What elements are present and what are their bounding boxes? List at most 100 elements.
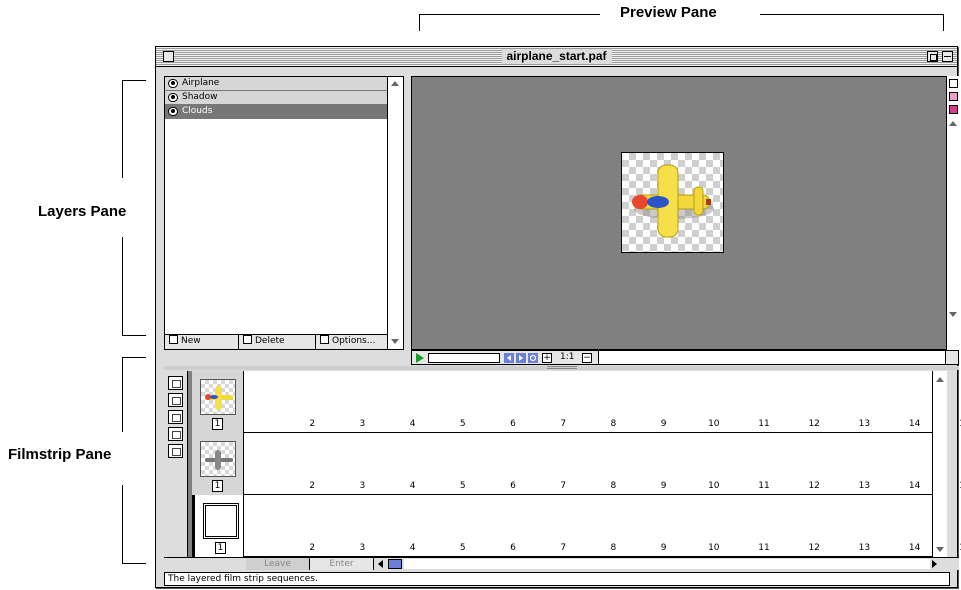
layer-row-clouds[interactable]: Clouds	[165, 105, 387, 119]
registration-icon[interactable]	[949, 105, 958, 114]
preview-toolbar: + 1:1 −	[411, 350, 959, 365]
document-window: airplane_start.paf Airplane Shadow Cloud…	[155, 46, 961, 588]
splitter-grip-icon[interactable]	[547, 366, 577, 369]
layers-scrollbar[interactable]	[387, 77, 403, 349]
frame-number: 13	[858, 543, 871, 553]
filmstrip-hscroll-bar: Leave Enter	[164, 557, 959, 570]
airplane-sprite	[632, 164, 714, 238]
step-back-icon[interactable]	[504, 353, 514, 363]
preview-canvas[interactable]	[411, 76, 947, 350]
preview-hscroll[interactable]	[598, 351, 946, 364]
preview-bracket-right-tick	[943, 14, 944, 31]
layer-row-shadow[interactable]: Shadow	[165, 91, 387, 105]
step-forward-icon[interactable]	[516, 353, 526, 363]
frame-number: 15	[955, 419, 961, 429]
track-airplane[interactable]	[244, 371, 932, 433]
close-box-icon[interactable]	[163, 51, 174, 62]
frame-number: 11	[758, 419, 770, 429]
frame-number: 7	[560, 481, 567, 491]
zoom-box-icon[interactable]	[927, 51, 938, 62]
filmstrip-bracket-bottom-line	[122, 485, 123, 563]
options-gear-icon[interactable]	[168, 427, 183, 441]
frame-number: 2	[309, 419, 316, 429]
frame-number: 2	[309, 543, 316, 553]
timeline-slider[interactable]	[428, 353, 500, 363]
hscroll-thumb[interactable]	[388, 559, 402, 569]
layer-name: Shadow	[182, 92, 218, 102]
trash-icon	[243, 335, 252, 344]
window-title: airplane_start.paf	[501, 49, 612, 64]
frame-number: 12	[808, 419, 820, 429]
frame-number: 1	[215, 542, 226, 554]
title-bar[interactable]: airplane_start.paf	[156, 47, 957, 67]
frame-number: 9	[660, 419, 667, 429]
eye-icon[interactable]	[168, 107, 178, 116]
frame-number: 5	[459, 543, 466, 553]
hscroll-right-icon[interactable]	[932, 560, 937, 568]
frame-number: 14	[908, 419, 921, 429]
frame-number: 8	[610, 419, 617, 429]
track-shadow[interactable]	[244, 433, 932, 495]
eye-icon[interactable]	[168, 79, 178, 88]
frame-view-icon[interactable]	[949, 79, 958, 88]
film-scroll-down-icon[interactable]	[936, 547, 944, 552]
frame-number: 5	[459, 481, 466, 491]
filmstrip-tracks	[244, 371, 932, 557]
scroll-down-arrow-icon[interactable]	[391, 339, 399, 344]
new-sequence-icon[interactable]	[168, 376, 183, 390]
frame-number: 3	[359, 543, 366, 553]
new-layer-button[interactable]: New	[165, 335, 239, 349]
eye-icon[interactable]	[168, 93, 178, 102]
frame-number: 1	[212, 480, 223, 492]
filmstrip-pane-label: Filmstrip Pane	[8, 446, 112, 463]
layer-row-airplane[interactable]: Airplane	[165, 77, 387, 91]
scroll-up-arrow-icon[interactable]	[391, 81, 399, 86]
frame-number: 13	[858, 481, 871, 491]
frame-number: 15	[955, 481, 961, 491]
layers-bracket-bottom-line	[122, 237, 123, 335]
preview-scroll-down-icon[interactable]	[949, 312, 957, 317]
frame-number: 6	[510, 543, 516, 553]
film-scroll-up-icon[interactable]	[936, 377, 944, 382]
zoom-out-icon[interactable]: −	[582, 353, 592, 363]
zoom-in-icon[interactable]: +	[542, 353, 552, 363]
frame-number: 2	[309, 481, 316, 491]
onion-skin-icon[interactable]	[949, 92, 958, 101]
delete-layer-button[interactable]: Delete	[239, 335, 316, 349]
frame-number: 9	[660, 481, 667, 491]
play-icon[interactable]	[416, 353, 424, 363]
leave-button[interactable]: Leave	[246, 558, 310, 570]
frame-number: 7	[560, 419, 567, 429]
frame-cell-clouds[interactable]: 1	[192, 495, 244, 557]
frame-number: 10	[708, 419, 720, 429]
enter-button[interactable]: Enter	[310, 558, 374, 570]
filmstrip-scrollbar[interactable]	[932, 371, 947, 557]
delete-label: Delete	[255, 336, 285, 346]
pane-splitter[interactable]	[164, 366, 959, 370]
loop-icon[interactable]	[528, 353, 538, 363]
hscroll-track[interactable]	[404, 559, 930, 569]
frame-number: 4	[409, 419, 416, 429]
frame-number: 8	[610, 543, 617, 553]
preview-bracket-left-tick	[419, 14, 420, 31]
frame-number: 12	[808, 481, 820, 491]
filmstrip-bracket-top-tick	[122, 357, 146, 358]
preview-image-frame	[621, 152, 724, 253]
track-clouds[interactable]	[244, 495, 932, 557]
trash-can-icon[interactable]	[168, 444, 183, 458]
preview-scroll-up-icon[interactable]	[949, 121, 957, 126]
hscroll-left-icon[interactable]	[378, 560, 383, 568]
airplane-thumb-icon	[205, 386, 233, 410]
frame-cell-airplane[interactable]: 1	[192, 371, 244, 433]
layer-options-button[interactable]: Options...	[316, 335, 387, 349]
collapse-box-icon[interactable]	[942, 51, 953, 62]
layers-toolbar: New Delete Options...	[165, 334, 387, 349]
frame-cell-shadow[interactable]: 1	[192, 433, 244, 495]
frame-number: 4	[409, 543, 416, 553]
clipboard-icon[interactable]	[168, 410, 183, 424]
frame-number: 4	[409, 481, 416, 491]
options-icon	[320, 335, 329, 344]
import-icon[interactable]	[168, 393, 183, 407]
frame-number: 11	[758, 543, 770, 553]
frame-number: 14	[908, 543, 921, 553]
